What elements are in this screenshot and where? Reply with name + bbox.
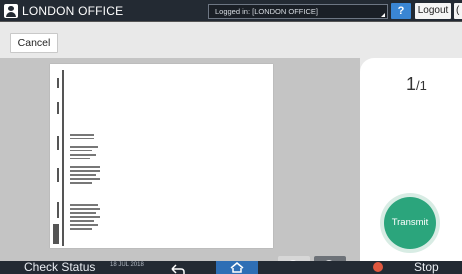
bottom-bar: Check Status 18 JUL 2018 Stop <box>0 260 462 274</box>
transmit-button[interactable]: Transmit <box>384 197 436 249</box>
home-icon <box>230 262 244 273</box>
login-status-field[interactable]: Logged in: [LONDON OFFICE] <box>208 4 388 19</box>
resize-corner-icon <box>381 13 385 17</box>
cancel-button[interactable]: Cancel <box>10 33 58 53</box>
home-button[interactable] <box>216 261 258 274</box>
document-thumbnail <box>53 70 100 246</box>
date-display: 18 JUL 2018 <box>110 262 144 268</box>
stop-icon[interactable] <box>373 262 383 272</box>
help-button[interactable]: ? <box>391 3 411 19</box>
user-name: LONDON OFFICE <box>22 4 124 18</box>
back-arrow-icon <box>171 264 185 274</box>
back-button[interactable] <box>170 262 186 274</box>
user-icon <box>4 4 18 18</box>
preview-area[interactable] <box>0 58 360 274</box>
check-status-button[interactable]: Check Status <box>24 260 95 274</box>
user-area[interactable]: LONDON OFFICE <box>4 3 123 19</box>
logout-button[interactable]: Logout <box>415 3 451 19</box>
page-current: 1 <box>406 74 417 94</box>
top-bar: LONDON OFFICE Logged in: [LONDON OFFICE]… <box>0 0 462 22</box>
partial-button-label: ( <box>456 5 460 16</box>
login-status-text: Logged in: [LONDON OFFICE] <box>215 7 318 16</box>
page-counter: 1/1 <box>406 74 427 95</box>
stop-button[interactable]: Stop <box>414 260 439 274</box>
page-total: /1 <box>416 78 427 93</box>
partial-button[interactable]: ( <box>454 3 462 19</box>
document-preview-page <box>50 64 273 248</box>
